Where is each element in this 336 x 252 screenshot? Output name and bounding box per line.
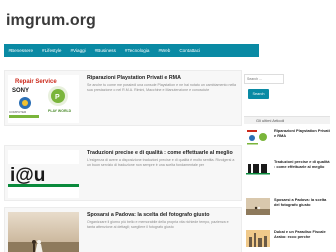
recent-post-title[interactable]: Sposarsi a Padova: la scelta del fotogra… bbox=[274, 197, 330, 207]
post-excerpt: Organizzare il giorno più bello e memora… bbox=[87, 220, 229, 230]
post-title[interactable]: Sposarsi a Padova: la scelta del fotogra… bbox=[87, 212, 237, 218]
thumb-text-iau: i@u bbox=[10, 165, 45, 186]
thumb-text-sony: SONY bbox=[12, 88, 29, 94]
post-card: Sposarsi a Padova: la scelta del fotogra… bbox=[4, 207, 242, 252]
nav-item-web[interactable]: #Web bbox=[154, 44, 175, 57]
recent-post-item[interactable]: Sposarsi a Padova: la scelta del fotogra… bbox=[244, 197, 330, 217]
thumb-text-computer: COMPUTER bbox=[9, 110, 27, 114]
widget-title-text: Gli ultimi Articoli bbox=[256, 118, 285, 123]
nav-item-benessere[interactable]: #Benessere bbox=[4, 44, 38, 57]
nav-item-lifestyle[interactable]: #Lifestyle bbox=[38, 44, 66, 57]
search-button[interactable]: Search bbox=[248, 89, 269, 99]
recent-posts-widget-title: Gli ultimi Articoli bbox=[244, 116, 330, 124]
wedding-photo-image bbox=[8, 212, 79, 252]
translation-image: i@u bbox=[8, 150, 79, 198]
site-logo[interactable]: imgrum.org bbox=[6, 12, 96, 30]
post-thumbnail[interactable]: Repair Service SONY COMPUTER P PLAY WORL… bbox=[8, 75, 79, 123]
recent-post-thumbnail[interactable] bbox=[246, 198, 270, 215]
post-excerpt: Se anche tu come me possiedi una console… bbox=[87, 83, 237, 93]
thumb-text-repair: Repair Service bbox=[15, 79, 57, 85]
post-thumbnail[interactable]: i@u bbox=[8, 150, 79, 198]
recent-post-title[interactable]: Traduzioni precise e di qualità : come e… bbox=[274, 159, 330, 169]
post-title[interactable]: Traduzioni precise e di qualità : come e… bbox=[87, 150, 237, 156]
recent-post-title[interactable]: Dubai e un Paradiso Fiscale Arabo: ecco … bbox=[274, 229, 330, 239]
playstation-repair-image: Repair Service SONY COMPUTER P PLAY WORL… bbox=[8, 75, 79, 123]
translation-mini-image bbox=[246, 160, 270, 177]
post-card: Repair Service SONY COMPUTER P PLAY WORL… bbox=[4, 70, 242, 126]
main-navigation: #Benessere #Lifestyle #Viaggi #Business … bbox=[4, 44, 259, 57]
recent-post-item[interactable]: Riparazioni Playstation Privati e RMA bbox=[244, 128, 330, 148]
nav-item-viaggi[interactable]: #Viaggi bbox=[66, 44, 90, 57]
recent-post-item[interactable]: Traduzioni precise e di qualità : come e… bbox=[244, 159, 330, 179]
post-title[interactable]: Riparazioni Playstation Privati e RMA bbox=[87, 75, 237, 81]
post-card: i@u Traduzioni precise e di qualità : co… bbox=[4, 145, 242, 201]
recent-post-thumbnail[interactable] bbox=[246, 129, 270, 146]
post-thumbnail[interactable] bbox=[8, 212, 79, 252]
wedding-mini-image bbox=[246, 198, 270, 215]
nav-item-tecnologia[interactable]: #Tecnologia bbox=[120, 44, 154, 57]
dubai-skyline-mini-image bbox=[246, 230, 270, 247]
nav-item-contattaci[interactable]: Contattaci bbox=[175, 44, 205, 57]
thumb-text-playworld: PLAY WORLD bbox=[48, 109, 72, 113]
recent-post-title[interactable]: Riparazioni Playstation Privati e RMA bbox=[274, 128, 330, 138]
recent-post-thumbnail[interactable] bbox=[246, 230, 270, 247]
recent-post-thumbnail[interactable] bbox=[246, 160, 270, 177]
post-excerpt: L'esigenza di avere a disposizione tradu… bbox=[87, 158, 235, 168]
svg-text:P: P bbox=[55, 94, 60, 101]
playstation-repair-mini-image bbox=[246, 129, 270, 146]
nav-item-business[interactable]: #Business bbox=[90, 44, 120, 57]
recent-post-item[interactable]: Dubai e un Paradiso Fiscale Arabo: ecco … bbox=[244, 229, 330, 249]
site-header: imgrum.org bbox=[0, 0, 336, 44]
search-input[interactable] bbox=[244, 74, 284, 84]
